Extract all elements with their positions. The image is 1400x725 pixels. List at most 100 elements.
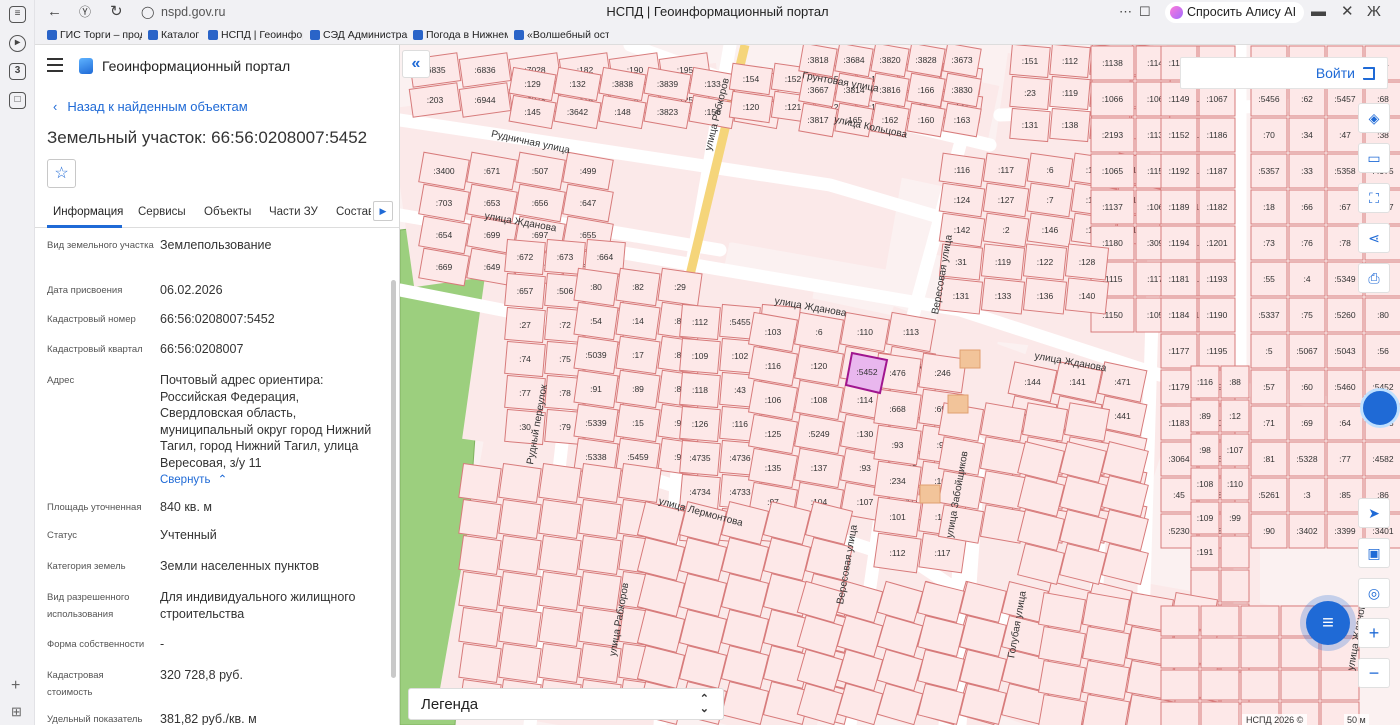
parcel-number: :124 [954, 195, 971, 205]
tab-info[interactable]: Информация [53, 206, 123, 218]
counter-icon[interactable]: 3 [9, 63, 26, 80]
parcel-number: :154 [743, 74, 760, 84]
panel-settings-icon[interactable]: ⊞ [11, 704, 22, 720]
parcel-number: :5460 [1334, 382, 1356, 392]
parcel-number: :1177 [1169, 346, 1190, 356]
menu-icon[interactable] [47, 58, 63, 72]
select-area-icon[interactable]: ⛶ [1358, 183, 1390, 213]
parcel-number: :668 [889, 404, 906, 414]
account-icon[interactable]: Ж [1367, 3, 1381, 21]
parcel-shape [1280, 637, 1320, 669]
ask-alice-button[interactable]: Спросить Алису AI [1165, 2, 1305, 23]
bookmark-item[interactable]: «Волшебный остр [514, 29, 609, 41]
collapse-link[interactable]: Свернуть ⌃ [160, 472, 227, 486]
parcel-shape [498, 642, 542, 684]
extensions-icon[interactable]: ✕ [1341, 3, 1354, 21]
collapse-panel-icon[interactable]: « [402, 50, 430, 78]
parcel-number: :664 [597, 252, 614, 262]
parcel-number: :3399 [1334, 526, 1356, 536]
field-label: Адрес [47, 375, 75, 386]
parcel-shape [458, 570, 502, 612]
field-label: Удельный показатель [47, 714, 143, 725]
parcel-shape [1240, 669, 1280, 701]
more-icon[interactable]: ⋯ [1119, 3, 1132, 21]
tab-services[interactable]: Сервисы [138, 206, 186, 218]
parcel-shape [1220, 535, 1250, 569]
add-panel-icon[interactable]: + [11, 677, 20, 695]
parcel-number: :117 [935, 548, 951, 558]
bookmark-item[interactable]: Погода в Нижнем [413, 29, 508, 41]
field-value: 06.02.2026 [160, 283, 223, 297]
parcel-number: :74 [519, 354, 531, 364]
favorite-star-button[interactable]: ☆ [47, 159, 76, 188]
locate-icon[interactable]: ➤ [1358, 498, 1390, 528]
ruler-icon[interactable]: ▭ [1358, 143, 1390, 173]
parcel-shape [1200, 637, 1240, 669]
parcel-number: :62 [1301, 94, 1313, 104]
panel-scrollbar[interactable] [391, 280, 396, 678]
parcel-number: :5260 [1334, 310, 1356, 320]
parcel-number: :1190 [1207, 310, 1228, 320]
login-button[interactable]: Войти [1180, 57, 1388, 89]
parcel-shape [458, 498, 502, 540]
parcel-number: :669 [436, 262, 453, 272]
parcel-number: :5043 [1334, 346, 1356, 356]
geolocation-icon[interactable]: ◎ [1358, 578, 1390, 608]
back-link[interactable]: ‹ Назад к найденным объектам [53, 99, 248, 114]
bookmark-item[interactable]: НСПД | Геоинфор [208, 29, 303, 41]
building [919, 484, 941, 504]
video-icon[interactable]: ▸ [9, 35, 26, 52]
parcel-number: :5249 [808, 429, 830, 439]
parcel-shape [1037, 626, 1087, 666]
bookmark-item[interactable]: СЭД Администра [310, 29, 410, 41]
bookmark-icon[interactable]: ☐ [1139, 3, 1151, 21]
parcel-shape [538, 606, 582, 648]
chat-icon[interactable]: ≡ [1306, 601, 1350, 645]
bookmark-item[interactable]: Каталог [148, 29, 208, 41]
parcel-shape [578, 498, 622, 540]
parcel-number: :148 [614, 107, 631, 117]
tab-composition[interactable]: Состав [336, 206, 371, 218]
downloads-icon[interactable]: ▬ [1311, 3, 1326, 21]
parcel-number: :506 [557, 286, 574, 296]
parcel-number: :98 [1199, 445, 1211, 455]
parcel-shape [538, 642, 582, 684]
tab-parts[interactable]: Части ЗУ [269, 206, 318, 218]
layers-icon[interactable]: ◈ [1358, 103, 1390, 133]
parcel-number: :55 [1263, 274, 1275, 284]
chevron-left-icon: ‹ [53, 99, 58, 114]
minimap-icon[interactable]: ▣ [1358, 538, 1390, 568]
parcel-number: :88 [1229, 377, 1241, 387]
field-label: Кадастровая стоимость [47, 670, 104, 698]
tab-objects[interactable]: Объекты [204, 206, 251, 218]
parcel-number: :4582 [1372, 454, 1394, 464]
parcel-number: :142 [954, 225, 971, 235]
share-icon[interactable]: ⋖ [1358, 223, 1390, 253]
parcel-number: :4734 [689, 487, 711, 497]
print-icon[interactable]: ⎙ [1358, 263, 1390, 293]
tabs-scroll-right-icon[interactable]: ▶ [373, 201, 393, 221]
parcel-shape [1280, 669, 1320, 701]
parcel-number: :80 [590, 282, 602, 292]
parcel-number: :140 [1079, 291, 1096, 301]
parcel-number: :3400 [433, 166, 455, 176]
parcel-number: :672 [517, 252, 534, 262]
parcel-number: :673 [557, 252, 574, 262]
cadastral-map[interactable]: :6835:6836:7028:182:190:195:203:6944:687… [400, 45, 1400, 725]
building [947, 394, 969, 414]
legend-dropdown[interactable]: Легенда ⌃ ⌄ [408, 688, 724, 720]
collections-icon[interactable]: ≡ [9, 6, 26, 23]
parcel-number: :5339 [585, 418, 607, 428]
parcel-number: :657 [517, 286, 534, 296]
feedback-widget-icon[interactable] [1360, 388, 1400, 428]
zoom-out-button[interactable]: − [1358, 658, 1390, 688]
parcel-shape [498, 462, 542, 504]
map-canvas[interactable]: :6835:6836:7028:182:190:195:203:6944:687… [400, 45, 1400, 725]
parcel-number: :76 [1301, 238, 1313, 248]
login-label: Войти [1315, 65, 1355, 81]
parcel-number: :6 [1046, 165, 1053, 175]
bookmark-item[interactable]: ГИС Торги – прод [47, 29, 142, 41]
field-value: Для индивидуального жилищного строительс… [160, 590, 356, 621]
zoom-in-button[interactable]: + [1358, 618, 1390, 648]
screenshot-icon[interactable]: □ [9, 92, 26, 109]
